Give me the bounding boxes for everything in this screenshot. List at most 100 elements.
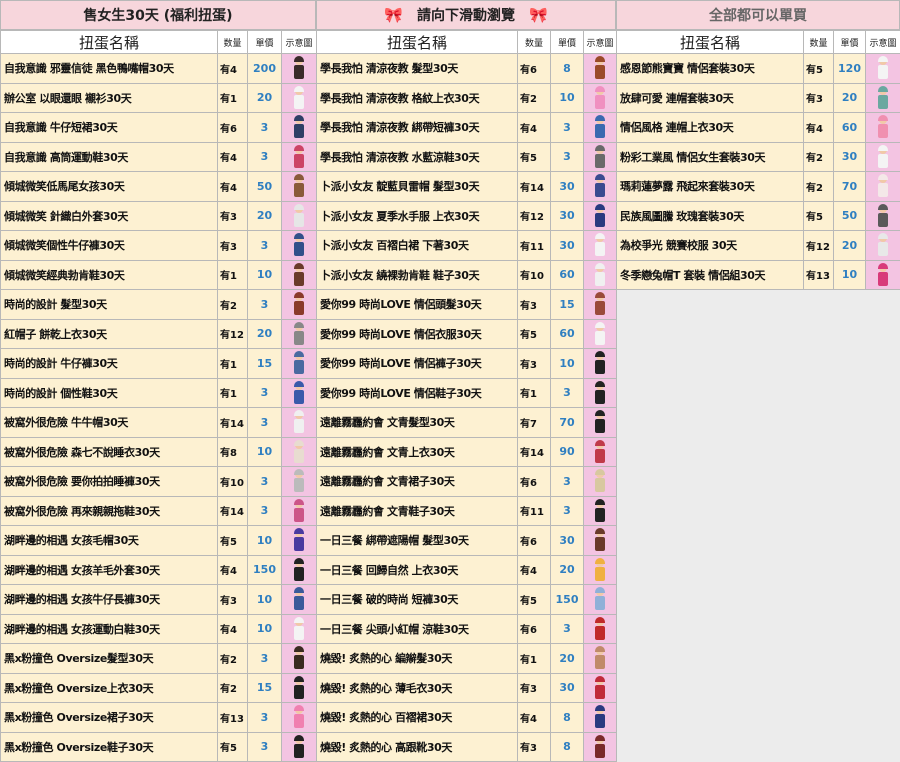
item-name: 燒毀! 炙熱的心 高跟靴30天 (316, 731, 518, 762)
avatar-figure-icon (292, 616, 306, 641)
item-name: 卜派小女友 夏季水手服 上衣30天 (316, 200, 518, 231)
item-qty: 有11 (517, 495, 551, 526)
avatar-figure-icon (876, 233, 890, 257)
item-name: 愛你99 時尚LOVE 情侶衣服30天 (316, 318, 518, 349)
avatar-figure-icon (292, 528, 306, 552)
item-qty: 有8 (217, 436, 248, 467)
item-qty: 有3 (217, 584, 248, 615)
table-row: 時尚的設計 牛仔褲30天 有1 15 (0, 348, 317, 379)
avatar-figure-icon (593, 410, 607, 434)
item-qty: 有6 (517, 525, 551, 556)
item-qty: 有3 (517, 731, 551, 762)
table-row: 愛你99 時尚LOVE 情侶衣服30天 有5 60 (316, 318, 617, 349)
table-body: 學長我怕 清涼夜教 髮型30天 有6 8 學長我怕 清涼夜教 格紋上衣30天 有2 10 學… (316, 53, 617, 762)
item-thumbnail (281, 436, 317, 467)
item-qty: 有3 (517, 348, 551, 379)
avatar-figure-icon (292, 351, 306, 375)
item-name: 傾城微笑經典勃肯鞋30天 (0, 259, 218, 290)
item-thumbnail (583, 112, 617, 143)
item-price: 70 (550, 407, 584, 438)
item-qty: 有7 (517, 407, 551, 438)
table-row: 一日三餐 綁帶遮陽帽 髮型30天 有6 30 (316, 525, 617, 556)
col-qty-header: 数量 (217, 30, 248, 54)
item-name: 被窩外很危險 再來親親拖鞋30天 (0, 495, 218, 526)
item-price: 3 (247, 495, 282, 526)
item-thumbnail (583, 348, 617, 379)
item-price: 150 (550, 584, 584, 615)
item-name: 學長我怕 清涼夜教 髮型30天 (316, 53, 518, 84)
item-qty: 有1 (517, 377, 551, 408)
table-row: 被窩外很危險 森七不說睡衣30天 有8 10 (0, 436, 317, 467)
table-row: 冬季戀兔帽T 套裝 情侶組30天 有13 10 (616, 259, 900, 290)
avatar-figure-icon (593, 380, 607, 405)
item-qty: 有1 (217, 82, 248, 113)
table-row: 燒毀! 炙熱的心 百褶裙30天 有4 8 (316, 702, 617, 733)
item-name: 黑x粉撞色 Oversize鞋子30天 (0, 731, 218, 762)
item-price: 8 (550, 731, 584, 762)
item-name: 燒毀! 炙熱的心 編辮髮30天 (316, 643, 518, 674)
avatar-figure-icon (593, 203, 607, 228)
avatar-figure-icon (593, 115, 607, 139)
item-qty: 有1 (217, 377, 248, 408)
item-qty: 有2 (217, 289, 248, 320)
item-thumbnail (281, 348, 317, 379)
avatar-figure-icon (292, 469, 306, 493)
item-name: 瑪莉蓮夢露 飛起來套裝30天 (616, 171, 804, 202)
table-row: 自我意識 牛仔短裙30天 有6 3 (0, 112, 317, 143)
item-qty: 有3 (517, 289, 551, 320)
item-qty: 有4 (217, 613, 248, 644)
table-row: 傾城微笑個性牛仔褲30天 有3 3 (0, 230, 317, 261)
item-qty: 有12 (517, 200, 551, 231)
item-thumbnail (281, 200, 317, 231)
avatar-figure-icon (292, 203, 306, 228)
item-price: 30 (550, 230, 584, 261)
item-price: 3 (247, 731, 282, 762)
avatar-figure-icon (593, 262, 607, 287)
header-left-title: 售女生30天 (福利扭蛋) (83, 8, 233, 24)
table-row: 愛你99 時尚LOVE 情侶頭髮30天 有3 15 (316, 289, 617, 320)
item-price: 50 (247, 171, 282, 202)
avatar-figure-icon (292, 292, 306, 316)
item-name: 自我意識 高筒運動鞋30天 (0, 141, 218, 172)
table-row: 辦公室 以眼還眼 襯衫30天 有1 20 (0, 82, 317, 113)
item-qty: 有12 (803, 230, 834, 261)
table-left: 扭蛋名稱 数量 單價 示意圖 自我意識 邪靈信徒 黑色鴨嘴帽30天 有4 200 辦公… (0, 30, 317, 762)
table-row: 卜派小女友 靛藍貝雷帽 髮型30天 有14 30 (316, 171, 617, 202)
item-qty: 有14 (217, 407, 248, 438)
item-qty: 有6 (217, 112, 248, 143)
item-price: 200 (247, 53, 282, 84)
avatar-figure-icon (593, 439, 607, 464)
item-price: 30 (833, 141, 866, 172)
table-row: 學長我怕 清涼夜教 綁帶短褲30天 有4 3 (316, 112, 617, 143)
table-body: 自我意識 邪靈信徒 黑色鴨嘴帽30天 有4 200 辦公室 以眼還眼 襯衫30天 有1 2… (0, 53, 317, 762)
item-price: 20 (833, 82, 866, 113)
item-thumbnail (583, 230, 617, 261)
item-qty: 有2 (217, 643, 248, 674)
item-name: 辦公室 以眼還眼 襯衫30天 (0, 82, 218, 113)
item-qty: 有4 (217, 141, 248, 172)
item-price: 10 (247, 259, 282, 290)
item-thumbnail (583, 407, 617, 438)
item-thumbnail (583, 525, 617, 556)
item-thumbnail (583, 200, 617, 231)
col-name-header: 扭蛋名稱 (316, 30, 518, 54)
item-thumbnail (865, 259, 900, 290)
item-thumbnail (865, 171, 900, 202)
item-price: 3 (550, 466, 584, 497)
avatar-figure-icon (593, 85, 607, 110)
item-thumbnail (583, 289, 617, 320)
avatar-figure-icon (876, 203, 890, 228)
item-name: 卜派小女友 百褶白裙 下著30天 (316, 230, 518, 261)
item-price: 60 (550, 259, 584, 290)
table-row: 遠離霧霾約會 文青髮型30天 有7 70 (316, 407, 617, 438)
avatar-figure-icon (292, 498, 306, 523)
col-image-header: 示意圖 (583, 30, 617, 54)
item-qty: 有5 (517, 318, 551, 349)
avatar-figure-icon (292, 380, 306, 405)
item-thumbnail (281, 259, 317, 290)
item-price: 10 (550, 82, 584, 113)
item-price: 8 (550, 53, 584, 84)
item-thumbnail (865, 112, 900, 143)
item-thumbnail (281, 407, 317, 438)
table-row: 學長我怕 清涼夜教 水藍涼鞋30天 有5 3 (316, 141, 617, 172)
